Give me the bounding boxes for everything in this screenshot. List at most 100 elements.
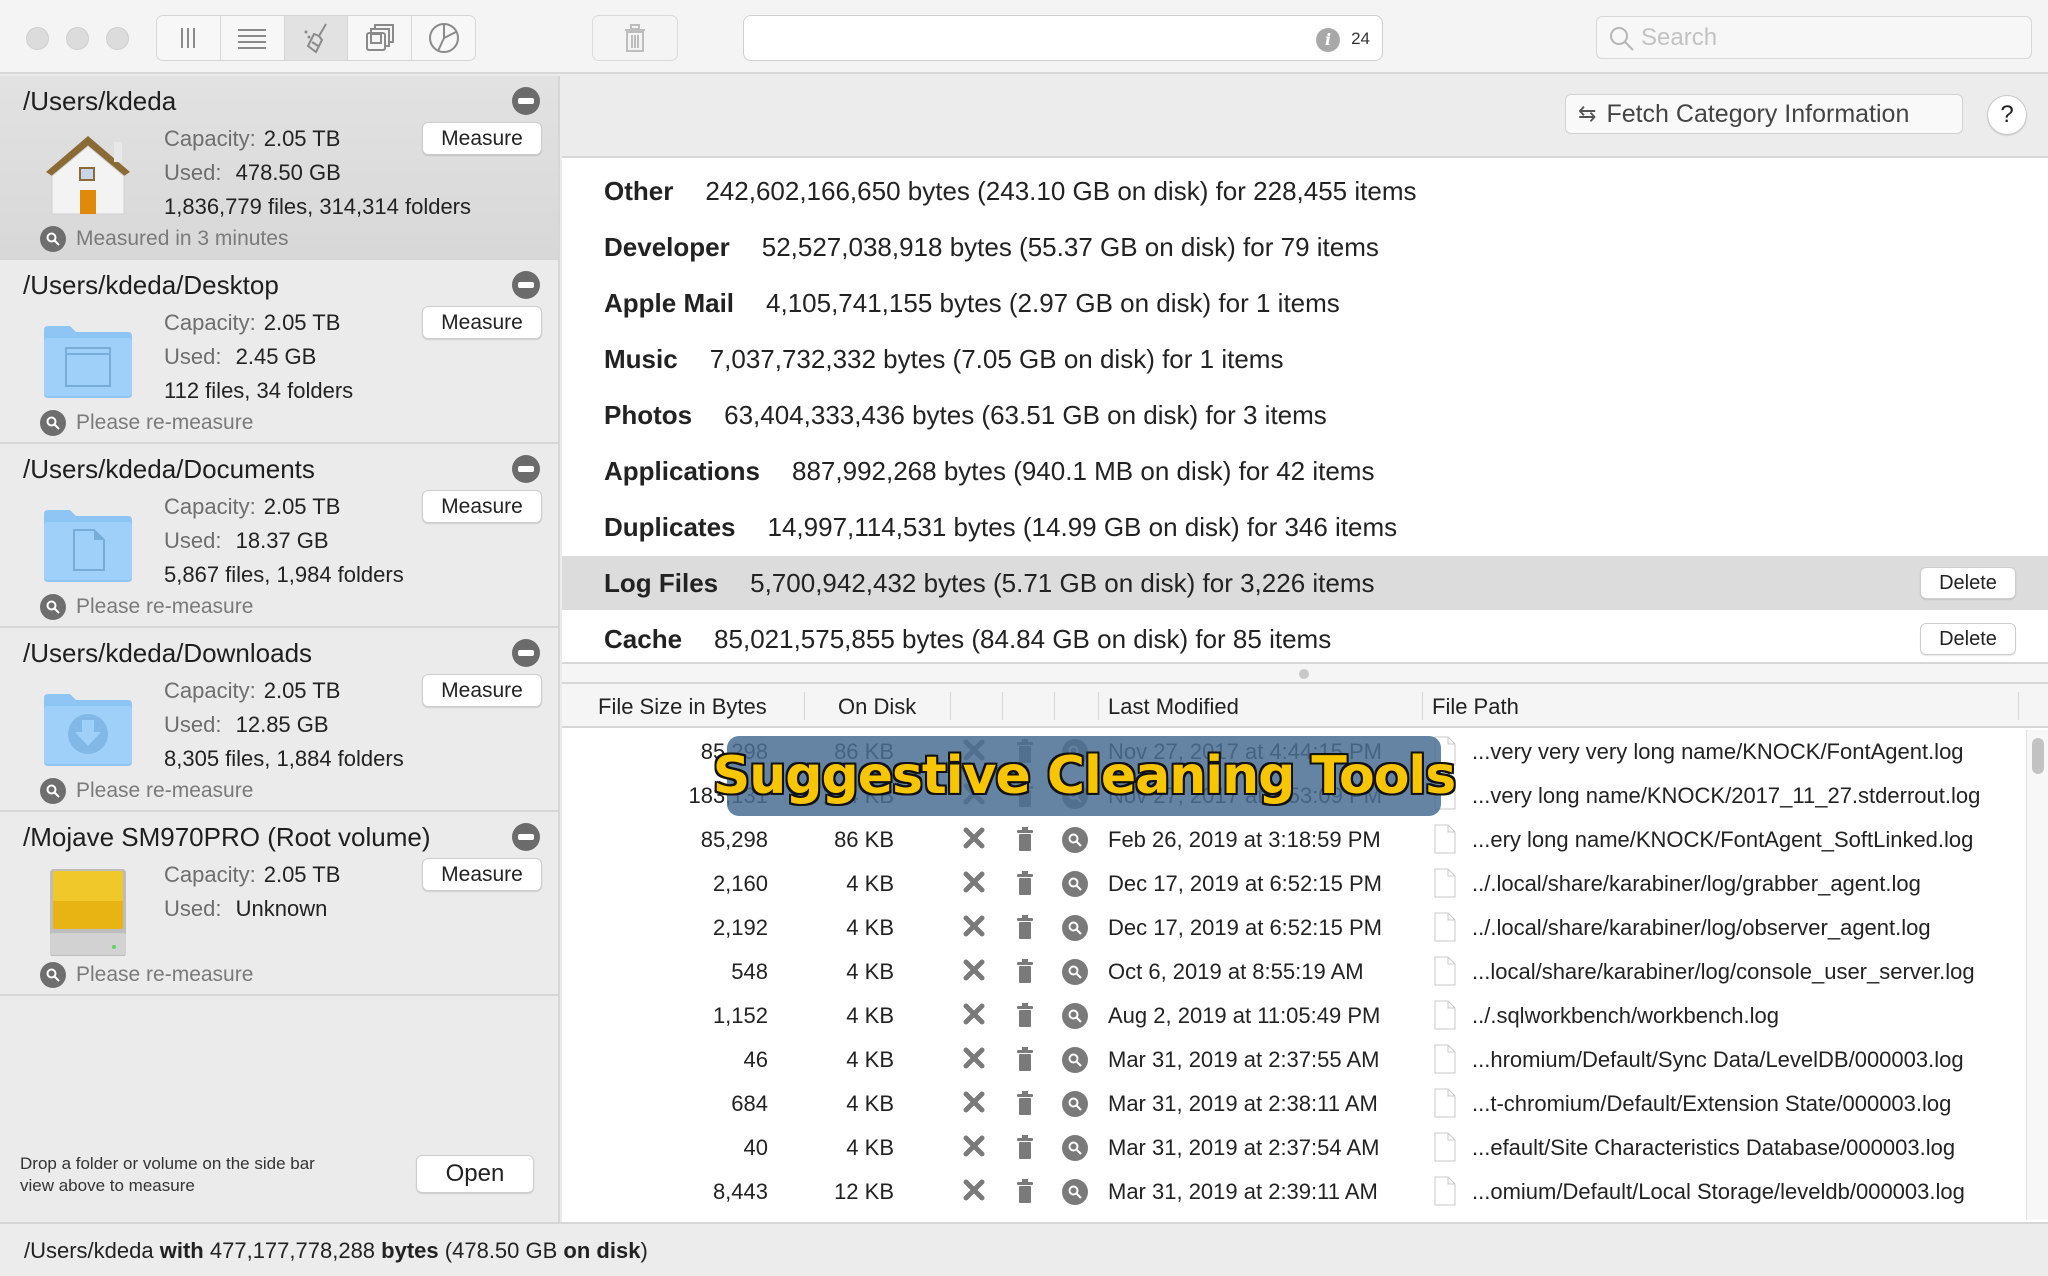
measure-button[interactable]: Measure (422, 490, 542, 523)
exclude-icon[interactable] (962, 1178, 986, 1208)
category-row[interactable]: Other 242,602,166,650 bytes (243.10 GB on… (562, 164, 2048, 218)
table-row[interactable]: 40 4 KB Mar 31, 2019 at 2:37:54 AM ...efaul… (562, 1126, 2026, 1170)
measure-button[interactable]: Measure (422, 122, 542, 155)
column-separator[interactable] (1098, 692, 1099, 720)
column-header-file-path[interactable]: File Path (1432, 694, 1519, 720)
reveal-magnifier-icon[interactable] (1062, 1179, 1088, 1205)
trash-icon[interactable] (1016, 827, 1034, 857)
vertical-scrollbar[interactable] (2026, 730, 2048, 1220)
trash-icon[interactable] (1016, 959, 1034, 989)
exclude-icon[interactable] (962, 958, 986, 988)
category-row[interactable]: Photos 63,404,333,436 bytes (63.51 GB on … (562, 388, 2048, 442)
trash-icon[interactable] (1016, 915, 1034, 945)
category-row[interactable]: Cache 85,021,575,855 bytes (84.84 GB on d… (562, 612, 2048, 666)
table-row[interactable]: 8,443 12 KB Mar 31, 2019 at 2:39:11 AM ...o… (562, 1170, 2026, 1214)
column-separator[interactable] (1422, 692, 1423, 720)
table-row[interactable]: 85,298 86 KB Feb 26, 2019 at 3:18:59 PM...… (562, 818, 2026, 862)
column-view-button[interactable] (157, 16, 221, 60)
window-close-button[interactable] (26, 27, 49, 50)
split-view-divider[interactable] (562, 662, 2048, 684)
column-separator[interactable] (1054, 692, 1055, 720)
category-row[interactable]: Apple Mail 4,105,741,155 bytes (2.97 GB o… (562, 276, 2048, 330)
search-input[interactable] (1641, 17, 2021, 58)
delete-category-button[interactable]: Delete (1920, 567, 2016, 599)
reveal-magnifier-icon[interactable] (1062, 871, 1088, 897)
magnifier-icon[interactable] (40, 410, 66, 436)
reveal-magnifier-icon[interactable] (1062, 1091, 1088, 1117)
remove-volume-icon[interactable] (512, 639, 540, 667)
category-detail: 4,105,741,155 bytes (2.97 GB on disk) fo… (766, 287, 1340, 318)
reveal-magnifier-icon[interactable] (1062, 1003, 1088, 1029)
volume-item[interactable]: /Users/kdeda/Downloads Capacity: 2.05 TB … (0, 628, 558, 812)
open-button[interactable]: Open (416, 1155, 534, 1193)
remove-volume-icon[interactable] (512, 87, 540, 115)
fetch-category-button[interactable]: ⇆ Fetch Category Information (1565, 94, 1963, 134)
exclude-icon[interactable] (962, 1090, 986, 1120)
measure-button[interactable]: Measure (422, 674, 542, 707)
column-separator[interactable] (1002, 692, 1003, 720)
magnifier-icon[interactable] (40, 778, 66, 804)
category-row[interactable]: Developer 52,527,038,918 bytes (55.37 GB … (562, 220, 2048, 274)
trash-icon[interactable] (1016, 1091, 1034, 1121)
window-zoom-button[interactable] (106, 27, 129, 50)
volume-path: /Mojave SM970PRO (Root volume) (23, 822, 431, 852)
list-view-button[interactable] (221, 16, 285, 60)
magnifier-icon[interactable] (40, 594, 66, 620)
reveal-magnifier-icon[interactable] (1062, 1135, 1088, 1161)
volume-item[interactable]: /Users/kdeda/Documents Capacity: 2.05 TB … (0, 444, 558, 628)
exclude-icon[interactable] (962, 1134, 986, 1164)
volume-item[interactable]: /Users/kdeda Capacity: 2.05 TB Used: 478.… (0, 76, 558, 260)
trash-icon[interactable] (1016, 871, 1034, 901)
exclude-icon[interactable] (962, 870, 986, 900)
trash-icon[interactable] (1016, 1003, 1034, 1033)
trash-icon[interactable] (1016, 1179, 1034, 1209)
table-row[interactable]: 548 4 KB Oct 6, 2019 at 8:55:19 AM ...local… (562, 950, 2026, 994)
remove-volume-icon[interactable] (512, 271, 540, 299)
column-header-last-modified[interactable]: Last Modified (1108, 694, 1239, 720)
reveal-magnifier-icon[interactable] (1062, 1047, 1088, 1073)
column-separator[interactable] (2018, 692, 2019, 720)
reveal-magnifier-icon[interactable] (1062, 827, 1088, 853)
exclude-icon[interactable] (962, 1002, 986, 1032)
category-row[interactable]: Duplicates 14,997,114,531 bytes (14.99 GB… (562, 500, 2048, 554)
magnifier-icon[interactable] (40, 226, 66, 252)
table-row[interactable]: 2,192 4 KB Dec 17, 2019 at 6:52:15 PM ../.l… (562, 906, 2026, 950)
info-icon[interactable]: i (1316, 28, 1340, 52)
measure-button[interactable]: Measure (422, 858, 542, 891)
magnifier-icon[interactable] (40, 962, 66, 988)
capacity-row: Capacity: 2.05 TB (164, 126, 341, 151)
volume-item[interactable]: /Mojave SM970PRO (Root volume) Capacity:… (0, 812, 558, 996)
exclude-icon[interactable] (962, 1046, 986, 1076)
remove-volume-icon[interactable] (512, 455, 540, 483)
cleaning-view-button[interactable] (284, 16, 349, 60)
table-row[interactable]: 46 4 KB Mar 31, 2019 at 2:37:55 AM ...hromi… (562, 1038, 2026, 1082)
trash-icon[interactable] (1016, 1135, 1034, 1165)
exclude-icon[interactable] (962, 914, 986, 944)
column-separator[interactable] (804, 692, 805, 720)
windows-view-button[interactable] (348, 16, 413, 60)
volume-item[interactable]: /Users/kdeda/Desktop Capacity: 2.05 TB Us… (0, 260, 558, 444)
reveal-magnifier-icon[interactable] (1062, 959, 1088, 985)
help-button[interactable]: ? (1987, 95, 2027, 135)
column-separator[interactable] (950, 692, 951, 720)
remove-volume-icon[interactable] (512, 823, 540, 851)
exclude-icon[interactable] (962, 826, 986, 856)
category-row[interactable]: Applications 887,992,268 bytes (940.1 MB … (562, 444, 2048, 498)
pie-view-button[interactable] (412, 16, 475, 60)
table-row[interactable]: 684 4 KB Mar 31, 2019 at 2:38:11 AM ...t-ch… (562, 1082, 2026, 1126)
category-row[interactable]: Music 7,037,732,332 bytes (7.05 GB on dis… (562, 332, 2048, 386)
reveal-magnifier-icon[interactable] (1062, 915, 1088, 941)
window-minimize-button[interactable] (66, 27, 89, 50)
delete-category-button[interactable]: Delete (1920, 623, 2016, 655)
toolbar-trash-button[interactable] (592, 15, 678, 61)
table-row[interactable]: 1,152 4 KB Aug 2, 2019 at 11:05:49 PM ../.s… (562, 994, 2026, 1038)
column-header-size[interactable]: File Size in Bytes (598, 694, 767, 720)
trash-icon[interactable] (1016, 1047, 1034, 1077)
scrollbar-thumb[interactable] (2032, 738, 2044, 774)
measure-button[interactable]: Measure (422, 306, 542, 339)
column-header-on-disk[interactable]: On Disk (838, 694, 916, 720)
divider-handle[interactable] (1299, 669, 1309, 679)
table-row[interactable]: 2,160 4 KB Dec 17, 2019 at 6:52:15 PM ../.l… (562, 862, 2026, 906)
category-row[interactable]: Log Files 5,700,942,432 bytes (5.71 GB on… (562, 556, 2048, 610)
file-size: 8,443 (712, 1179, 768, 1204)
